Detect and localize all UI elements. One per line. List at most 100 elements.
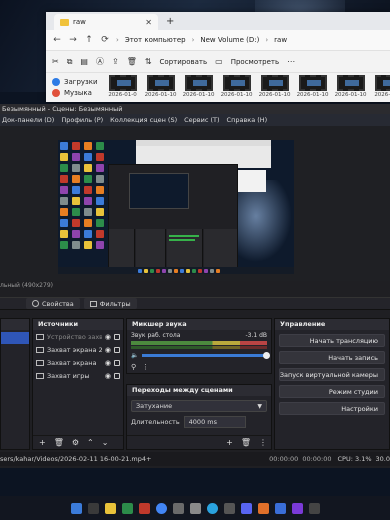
view-button[interactable]: Просмотреть <box>231 58 279 66</box>
spotify-icon[interactable] <box>121 502 133 514</box>
menu-scene-collection[interactable]: Коллекция сцен (S) <box>110 114 177 126</box>
transition-selected-value: Затухание <box>136 402 173 410</box>
visibility-icon[interactable]: ◉ <box>105 372 111 380</box>
breadcrumb-item[interactable]: Этот компьютер <box>125 36 186 44</box>
firefox-icon[interactable] <box>257 502 269 514</box>
menu-help[interactable]: Справка (H) <box>227 114 268 126</box>
file-item[interactable]: 2026-01-0 <box>108 75 138 100</box>
copy-icon[interactable]: ⧉ <box>67 57 73 67</box>
filters-button[interactable]: Фильтры <box>83 298 137 309</box>
app-red-icon[interactable] <box>138 502 150 514</box>
explorer-tab-raw[interactable]: raw ✕ <box>54 14 158 30</box>
preview-desktop-icon <box>84 197 92 205</box>
paste-icon[interactable]: ▤ <box>80 57 88 66</box>
lock-icon[interactable] <box>114 372 120 379</box>
file-name: 2026-01-1 <box>374 92 390 98</box>
steam-icon[interactable] <box>172 502 184 514</box>
sort-button[interactable]: Сортировать <box>160 58 208 66</box>
settings-button[interactable]: Настройки <box>279 402 385 415</box>
app-dark-icon[interactable] <box>308 502 320 514</box>
taskbar <box>0 496 390 520</box>
volume-slider-knob[interactable] <box>263 352 270 359</box>
source-item[interactable]: Захват экрана 2 ◉ <box>33 343 123 356</box>
mixer-menu-icon[interactable]: ⋮ <box>142 363 149 371</box>
source-settings-icon[interactable]: ⚙ <box>72 438 79 447</box>
explorer-icon[interactable] <box>104 502 116 514</box>
lock-icon[interactable] <box>114 359 120 366</box>
breadcrumb[interactable]: › Этот компьютер › New Volume (D:) › raw <box>116 36 287 44</box>
visibility-icon[interactable]: ◉ <box>105 359 111 367</box>
preview-desktop-icon <box>84 186 92 194</box>
add-source-icon[interactable]: + <box>39 438 46 447</box>
lock-icon[interactable] <box>114 346 120 353</box>
start-virtual-camera-button[interactable]: Запуск виртуальной камеры <box>279 368 385 381</box>
telegram-icon[interactable] <box>206 502 218 514</box>
preview-desktop-icon <box>84 241 92 249</box>
file-name: 2026-01-10 <box>296 92 329 98</box>
back-icon[interactable]: ← <box>52 35 62 45</box>
properties-button[interactable]: Свойства <box>26 298 80 309</box>
file-item[interactable]: 2026-01-10 <box>259 75 291 100</box>
file-item[interactable]: 2026-01-1 <box>374 75 390 100</box>
studio-mode-button[interactable]: Режим студии <box>279 385 385 398</box>
speaker-icon[interactable]: 🔈 <box>131 352 138 359</box>
share-icon[interactable]: ⇪ <box>112 57 119 66</box>
transition-select[interactable]: Затухание ▼ <box>131 400 267 412</box>
app-icon[interactable] <box>189 502 201 514</box>
duration-input[interactable]: 4000 ms <box>183 416 246 428</box>
visibility-icon[interactable]: ◉ <box>105 333 111 341</box>
preview-desktop-icon <box>96 186 104 194</box>
advanced-audio-icon[interactable]: ⚲ <box>131 363 136 371</box>
file-item[interactable]: 2026-01-10 <box>335 75 367 100</box>
discord-icon[interactable] <box>240 502 252 514</box>
nav-item-music[interactable]: Музыка <box>52 87 98 98</box>
close-tab-icon[interactable]: ✕ <box>145 18 152 27</box>
mixer-header: Микшер звука <box>127 319 271 330</box>
rename-icon[interactable]: Ⓐ <box>96 56 104 67</box>
chevron-down-icon: ▼ <box>257 402 262 410</box>
forward-icon[interactable]: → <box>68 35 78 45</box>
start-recording-button[interactable]: Начать запись <box>279 351 385 364</box>
menu-tools[interactable]: Сервис (T) <box>184 114 219 126</box>
obs-icon[interactable] <box>223 502 235 514</box>
file-item[interactable]: 2026-01-10 <box>221 75 253 100</box>
remove-transition-icon[interactable]: 🗑 <box>241 438 251 447</box>
menu-docks[interactable]: Док-панели (D) <box>2 114 54 126</box>
explorer-body: Загрузки Музыка 2026-01-0 2026-01-10 202… <box>46 72 390 102</box>
preview-desktop-icon <box>72 186 80 194</box>
up-icon[interactable]: ↑ <box>84 35 94 45</box>
chrome-icon[interactable] <box>155 502 167 514</box>
task-view-icon[interactable] <box>87 502 99 514</box>
file-item[interactable]: 2026-01-10 <box>296 75 329 100</box>
remove-source-icon[interactable]: 🗑 <box>54 438 64 447</box>
add-transition-icon[interactable]: + <box>226 438 233 447</box>
audio-mixer-dock: Микшер звука Звук раб. стола -3.1 dB 🔈 ⚲… <box>126 318 272 374</box>
source-item[interactable]: Устройство захв ◉ <box>33 330 123 343</box>
volume-slider[interactable] <box>142 352 270 359</box>
source-item[interactable]: Захват игры ◉ <box>33 369 123 382</box>
move-down-icon[interactable]: ⌄ <box>102 438 109 447</box>
scene-item-selected[interactable] <box>1 332 29 344</box>
cut-icon[interactable]: ✂ <box>52 57 59 66</box>
start-streaming-button[interactable]: Начать трансляцию <box>279 334 385 347</box>
more-icon[interactable]: ⋯ <box>287 57 295 66</box>
lock-icon[interactable] <box>114 333 120 340</box>
app-purple-icon[interactable] <box>291 502 303 514</box>
start-icon[interactable] <box>70 502 82 514</box>
visibility-icon[interactable]: ◉ <box>105 346 111 354</box>
preview-canvas[interactable] <box>58 140 294 274</box>
file-item[interactable]: 2026-01-10 <box>145 75 177 100</box>
delete-icon[interactable]: 🗑 <box>127 57 137 66</box>
breadcrumb-item[interactable]: raw <box>274 36 287 44</box>
move-up-icon[interactable]: ⌃ <box>87 438 94 447</box>
source-item[interactable]: Захват экрана ◉ <box>33 356 123 369</box>
file-item[interactable]: 2026-01-10 <box>183 75 215 100</box>
refresh-icon[interactable]: ⟳ <box>100 35 110 45</box>
breadcrumb-item[interactable]: New Volume (D:) <box>200 36 259 44</box>
new-tab-icon[interactable]: + <box>166 16 174 27</box>
app-blue-icon[interactable] <box>274 502 286 514</box>
transition-menu-icon[interactable]: ⋮ <box>259 438 267 447</box>
nav-item-downloads[interactable]: Загрузки <box>52 76 98 87</box>
obs-window: Безымянный - Сцены: Безымянный Док-панел… <box>0 104 390 468</box>
menu-profile[interactable]: Профиль (P) <box>61 114 103 126</box>
